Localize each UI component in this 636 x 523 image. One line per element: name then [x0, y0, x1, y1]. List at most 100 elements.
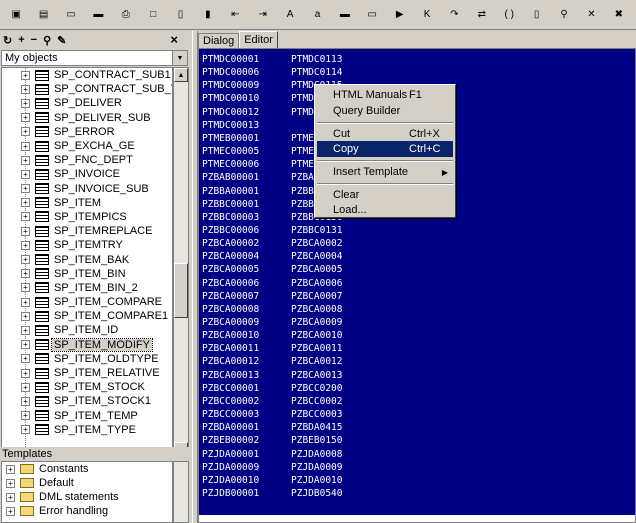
chevron-down-icon[interactable]: ▼	[172, 51, 187, 65]
expand-icon[interactable]: +	[6, 506, 15, 516]
scroll-up-icon[interactable]: ▲	[174, 68, 188, 82]
save-icon[interactable]: ▣	[6, 4, 26, 26]
expand-icon[interactable]: +	[21, 226, 30, 236]
execute-icon[interactable]: ▶	[389, 4, 409, 26]
expand-icon[interactable]: +	[21, 141, 30, 151]
tree-item[interactable]: + SP_CONTRACT_SUB1	[2, 68, 172, 82]
tab-editor[interactable]: Editor	[239, 31, 278, 48]
tree-item[interactable]: + SP_ITEMTRY	[2, 238, 172, 252]
keyword-icon[interactable]: K	[417, 4, 437, 26]
tree-item[interactable]: + SP_ITEM_TYPE	[2, 423, 172, 437]
tree-item[interactable]: + SP_INVOICE_SUB	[2, 182, 172, 196]
menu-item-query-builder[interactable]: Query Builder	[317, 103, 453, 119]
template-folder[interactable]: + Constants	[2, 462, 172, 476]
expand-icon[interactable]: +	[21, 169, 30, 179]
uppercase-icon[interactable]: A	[280, 4, 300, 26]
template-folder[interactable]: + Default	[2, 476, 172, 490]
comment-icon[interactable]: ▬	[335, 4, 355, 26]
expand-icon[interactable]: +	[21, 382, 30, 392]
expand-icon[interactable]: +	[21, 113, 30, 123]
expand-icon[interactable]: +	[21, 240, 30, 250]
tree-item[interactable]: + SP_ITEM_BIN_2	[2, 281, 172, 295]
scroll-thumb[interactable]	[174, 263, 188, 318]
template-folder[interactable]: + DML statements	[2, 490, 172, 504]
expand-icon[interactable]: +	[21, 70, 30, 80]
tab-dialog[interactable]: Dialog	[198, 33, 240, 48]
expand-icon[interactable]: +	[21, 325, 30, 335]
menu-item-html-manuals[interactable]: HTML Manuals F1	[317, 87, 453, 103]
document-icon[interactable]: ▮	[198, 4, 218, 26]
tree-item[interactable]: + SP_ITEM_COMPARE1	[2, 309, 172, 323]
expand-icon[interactable]: +	[6, 478, 15, 488]
tree-item[interactable]: + SP_ITEM_TEMP	[2, 409, 172, 423]
step-icon[interactable]: ↷	[444, 4, 464, 26]
replace-icon[interactable]: ⇄	[472, 4, 492, 26]
menu-item-load[interactable]: Load...	[317, 202, 453, 218]
close-icon[interactable]: ✖	[609, 4, 629, 26]
properties-icon[interactable]: ✎	[57, 34, 66, 47]
expand-icon[interactable]: +	[21, 127, 30, 137]
tree-item[interactable]: + SP_ITEM_ID	[2, 323, 172, 337]
bookmark-icon[interactable]: ▯	[526, 4, 546, 26]
templates-scrollbar[interactable]	[173, 461, 189, 523]
expand-icon[interactable]: +	[21, 84, 30, 94]
tree-item[interactable]: + SP_CONTRACT_SUB_TEMP	[2, 82, 172, 96]
find-icon[interactable]: ⚲	[554, 4, 574, 26]
tree-item[interactable]: + SP_EXCHA_GE	[2, 139, 172, 153]
add-icon[interactable]: +	[18, 34, 24, 46]
new-icon[interactable]: □	[143, 4, 163, 26]
tree-item[interactable]: + SP_ITEM	[2, 196, 172, 210]
expand-icon[interactable]: +	[21, 354, 30, 364]
open-folder-icon[interactable]: ▬	[88, 4, 108, 26]
menu-item-clear[interactable]: Clear	[317, 187, 453, 203]
remove-icon[interactable]: −	[31, 34, 37, 46]
tree-item[interactable]: + SP_ITEMREPLACE	[2, 224, 172, 238]
expand-icon[interactable]: +	[21, 283, 30, 293]
menu-item-copy[interactable]: Copy Ctrl+C	[317, 141, 453, 157]
objects-filter-select[interactable]: My objects ▼	[1, 50, 188, 66]
tree-item[interactable]: + SP_ITEMPICS	[2, 210, 172, 224]
expand-icon[interactable]: +	[21, 425, 30, 435]
expand-icon[interactable]: +	[21, 255, 30, 265]
outdent-icon[interactable]: ⇥	[253, 4, 273, 26]
tree-item[interactable]: + SP_ITEM_RELATIVE	[2, 366, 172, 380]
refresh-icon[interactable]: ↻	[3, 34, 12, 47]
close-icon[interactable]: ×	[170, 32, 178, 47]
tree-item[interactable]: + SP_ITEM_BIN	[2, 267, 172, 281]
expand-icon[interactable]: +	[21, 340, 30, 350]
expand-icon[interactable]: +	[21, 155, 30, 165]
tree-item[interactable]: + SP_ITEM_STOCK	[2, 380, 172, 394]
tree-item[interactable]: + SP_ITEM_OLDTYPE	[2, 352, 172, 366]
expand-icon[interactable]: +	[21, 98, 30, 108]
expand-icon[interactable]: +	[21, 297, 30, 307]
page-icon[interactable]: ▯	[170, 4, 190, 26]
template-folder[interactable]: + Error handling	[2, 504, 172, 518]
tree-item[interactable]: + SP_DELIVER	[2, 96, 172, 110]
menu-item-insert-template[interactable]: Insert Template ▶	[317, 164, 453, 180]
tree-vertical-scrollbar[interactable]: ▲ ▼	[173, 67, 189, 457]
bracket-icon[interactable]: ( )	[499, 4, 519, 26]
open-icon[interactable]: ▭	[61, 4, 81, 26]
expand-icon[interactable]: +	[21, 269, 30, 279]
lowercase-icon[interactable]: a	[307, 4, 327, 26]
save-all-icon[interactable]: ▤	[33, 4, 53, 26]
expand-icon[interactable]: +	[21, 198, 30, 208]
print-icon[interactable]: ⎙	[116, 4, 136, 26]
expand-icon[interactable]: +	[6, 492, 15, 502]
tree-item[interactable]: + SP_ITEM_BAK	[2, 252, 172, 266]
tree-item[interactable]: + SP_DELIVER_SUB	[2, 111, 172, 125]
find-icon[interactable]: ⚲	[43, 34, 51, 47]
tools-icon[interactable]: ✕	[581, 4, 601, 26]
expand-icon[interactable]: +	[21, 368, 30, 378]
tree-item[interactable]: + SP_ITEM_MODIFY	[2, 337, 172, 352]
expand-icon[interactable]: +	[6, 464, 15, 474]
tree-item[interactable]: + SP_ITEM_STOCK1	[2, 394, 172, 408]
expand-icon[interactable]: +	[21, 184, 30, 194]
tree-item[interactable]: + SP_FNC_DEPT	[2, 153, 172, 167]
tree-item[interactable]: + SP_ITEM_COMPARE	[2, 295, 172, 309]
expand-icon[interactable]: +	[21, 396, 30, 406]
expand-icon[interactable]: +	[21, 411, 30, 421]
expand-icon[interactable]: +	[21, 212, 30, 222]
menu-item-cut[interactable]: Cut Ctrl+X	[317, 126, 453, 142]
tree-item[interactable]: + SP_ERROR	[2, 125, 172, 139]
